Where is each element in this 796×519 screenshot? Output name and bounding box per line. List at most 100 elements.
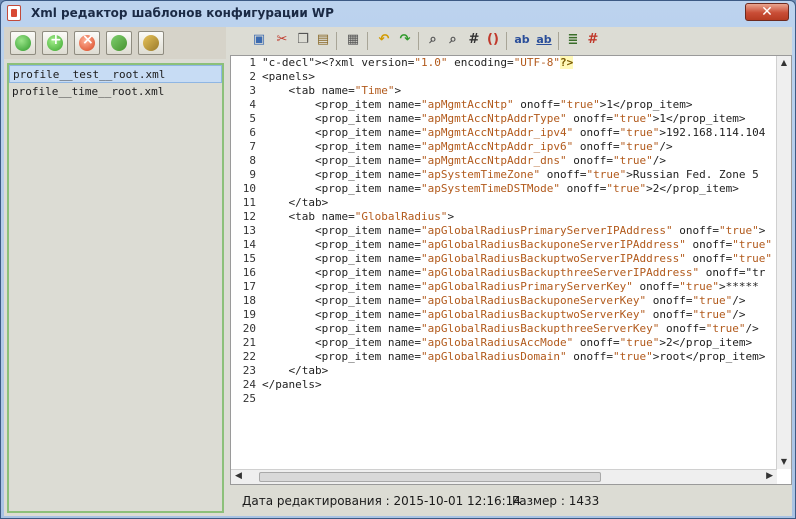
find-icon[interactable]: ⌕ xyxy=(424,31,442,49)
client-area: profile__test__root.xml profile__time__r… xyxy=(4,27,792,516)
app-window: Xml редактор шаблонов конфигурации WP ✕ … xyxy=(0,0,796,519)
code-line[interactable]: <prop_item name="apGlobalRadiusPrimarySe… xyxy=(262,224,777,238)
window-title: Xml редактор шаблонов конфигурации WP xyxy=(31,6,334,20)
line-number: 1 xyxy=(249,56,256,69)
code-line[interactable]: <prop_item name="apGlobalRadiusBackupone… xyxy=(262,294,777,308)
horizontal-scrollbar[interactable]: ◀ ▶ xyxy=(231,469,777,484)
status-bar: Дата редактирования : 2015-10-01 12:16:1… xyxy=(230,489,792,513)
code-line[interactable]: <tab name="Time"> xyxy=(262,84,777,98)
code-line[interactable]: </tab> xyxy=(262,364,777,378)
line-number: 5 xyxy=(249,112,256,125)
edited-date: Дата редактирования : 2015-10-01 12:16:1… xyxy=(242,494,521,508)
code-line[interactable]: <prop_item name="apMgmtAccNtpAddr_dns" o… xyxy=(262,154,777,168)
find-replace-icon[interactable]: ⌕ xyxy=(444,31,462,49)
line-number-gutter: 1 2 3 4 5 6 7 8 9 10 11 12 13 14 15 16 17 18 19 20 21 22 23 24 2… xyxy=(231,56,259,469)
scroll-up-icon[interactable]: ▲ xyxy=(779,58,789,68)
code-line[interactable]: <prop_item name="apGlobalRadiusBackupthr… xyxy=(262,322,777,336)
separator xyxy=(336,32,337,50)
document-icon[interactable]: ▦ xyxy=(344,31,362,49)
line-number: 19 xyxy=(242,308,256,321)
code-line[interactable]: <prop_item name="apMgmtAccNtpAddrType" o… xyxy=(262,112,777,126)
redo-icon[interactable]: ↷ xyxy=(396,31,414,49)
code-line[interactable]: <prop_item name="apGlobalRadiusBackupone… xyxy=(262,238,777,252)
line-number: 15 xyxy=(242,252,256,265)
line-number: 20 xyxy=(242,322,256,335)
paste-icon[interactable]: ▤ xyxy=(314,31,332,49)
line-number: 10 xyxy=(242,182,256,195)
add-button[interactable] xyxy=(42,31,68,55)
separator xyxy=(367,32,368,50)
delete-icon xyxy=(79,32,95,51)
scroll-down-icon[interactable]: ▼ xyxy=(779,457,789,467)
file-item-test[interactable]: profile__test__root.xml xyxy=(9,65,222,83)
line-number: 9 xyxy=(249,168,256,181)
file-toolbar xyxy=(4,27,226,59)
line-number: 17 xyxy=(242,280,256,293)
close-button[interactable]: ✕ xyxy=(745,3,789,21)
cut-icon[interactable]: ✂ xyxy=(273,31,291,49)
add-icon xyxy=(47,32,63,51)
rename-icon xyxy=(111,35,127,51)
pack-icon xyxy=(143,35,159,51)
app-icon xyxy=(7,5,21,21)
file-item-time[interactable]: profile__time__root.xml xyxy=(9,83,222,101)
hash-icon[interactable]: # xyxy=(465,31,483,49)
delete-button[interactable] xyxy=(74,31,100,55)
hash-red-icon[interactable]: # xyxy=(584,31,602,49)
line-number: 12 xyxy=(242,210,256,223)
line-number: 8 xyxy=(249,154,256,167)
code-line[interactable] xyxy=(262,392,777,406)
code-line[interactable]: <panels> xyxy=(262,70,777,84)
code-area[interactable]: "c-decl"><?xml version="1.0" encoding="U… xyxy=(262,56,777,469)
scroll-right-icon[interactable]: ▶ xyxy=(766,471,773,481)
line-number: 3 xyxy=(249,84,256,97)
undo-icon[interactable]: ↶ xyxy=(375,31,393,49)
line-number: 23 xyxy=(242,364,256,377)
separator xyxy=(558,32,559,50)
scroll-left-icon[interactable]: ◀ xyxy=(235,471,242,481)
lines-icon[interactable]: ≣ xyxy=(564,31,582,49)
line-number: 21 xyxy=(242,336,256,349)
pack-button[interactable] xyxy=(138,31,164,55)
code-line[interactable]: <prop_item name="apGlobalRadiusBackupthr… xyxy=(262,266,777,280)
line-number: 7 xyxy=(249,140,256,153)
line-number: 11 xyxy=(242,196,256,209)
code-line[interactable]: "c-decl"><?xml version="1.0" encoding="U… xyxy=(262,56,777,70)
copy-icon[interactable]: ❐ xyxy=(294,31,312,49)
line-number: 18 xyxy=(242,294,256,307)
file-size: Размер : 1433 xyxy=(512,494,600,508)
rename-button[interactable] xyxy=(106,31,132,55)
code-line[interactable]: <tab name="GlobalRadius"> xyxy=(262,210,777,224)
code-line[interactable]: <prop_item name="apMgmtAccNtpAddr_ipv4" … xyxy=(262,126,777,140)
text-underline-icon[interactable]: ab xyxy=(535,31,553,49)
separator xyxy=(418,32,419,50)
vertical-scrollbar[interactable]: ▲ ▼ xyxy=(776,56,791,469)
line-number: 2 xyxy=(249,70,256,83)
code-line[interactable]: <prop_item name="apGlobalRadiusAccMode" … xyxy=(262,336,777,350)
brackets-icon[interactable]: () xyxy=(484,31,502,49)
code-line[interactable]: <prop_item name="apGlobalRadiusBackuptwo… xyxy=(262,252,777,266)
file-list[interactable]: profile__test__root.xml profile__time__r… xyxy=(7,63,224,513)
code-line[interactable]: <prop_item name="apMgmtAccNtp" onoff="tr… xyxy=(262,98,777,112)
save-icon[interactable]: ▣ xyxy=(250,31,268,49)
line-number: 16 xyxy=(242,266,256,279)
code-line[interactable]: <prop_item name="apSystemTimeDSTMode" on… xyxy=(262,182,777,196)
title-bar[interactable]: Xml редактор шаблонов конфигурации WP ✕ xyxy=(1,1,795,25)
scroll-thumb[interactable] xyxy=(259,472,601,482)
line-number: 4 xyxy=(249,98,256,111)
code-line[interactable]: <prop_item name="apGlobalRadiusDomain" o… xyxy=(262,350,777,364)
line-number: 14 xyxy=(242,238,256,251)
code-line[interactable]: <prop_item name="apMgmtAccNtpAddr_ipv6" … xyxy=(262,140,777,154)
line-number: 6 xyxy=(249,126,256,139)
code-line[interactable]: <prop_item name="apGlobalRadiusPrimarySe… xyxy=(262,280,777,294)
xml-editor[interactable]: 1 2 3 4 5 6 7 8 9 10 11 12 13 14 15 16 17 18 19 20 21 22 23 24 2… xyxy=(230,55,792,485)
refresh-icon xyxy=(15,35,31,51)
code-line[interactable]: <prop_item name="apGlobalRadiusBackuptwo… xyxy=(262,308,777,322)
line-number: 22 xyxy=(242,350,256,363)
code-line[interactable]: </panels> xyxy=(262,378,777,392)
code-line[interactable]: </tab> xyxy=(262,196,777,210)
separator xyxy=(506,32,507,50)
refresh-button[interactable] xyxy=(10,31,36,55)
code-line[interactable]: <prop_item name="apSystemTimeZone" onoff… xyxy=(262,168,777,182)
text-style-icon[interactable]: ab xyxy=(513,31,531,49)
